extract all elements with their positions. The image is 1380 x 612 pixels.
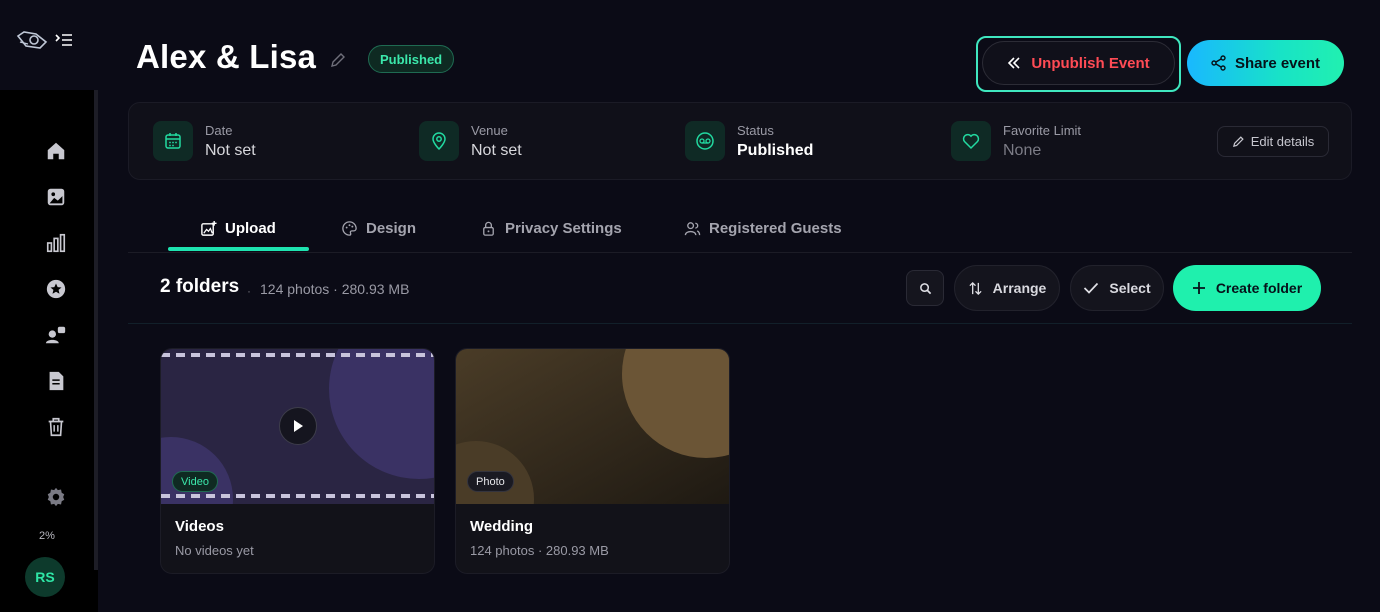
status-info: Status Published xyxy=(685,121,813,161)
tab-guests-label: Registered Guests xyxy=(709,219,842,237)
date-value: Not set xyxy=(205,141,256,159)
sidebar: 2% RS xyxy=(0,0,98,612)
status-badge: Published xyxy=(368,45,455,73)
trash-icon[interactable] xyxy=(44,415,68,439)
folder-card-videos[interactable]: Video Videos No videos yet xyxy=(160,348,435,574)
share-icon xyxy=(1211,55,1226,71)
heart-icon xyxy=(951,121,991,161)
sidebar-scrollbar[interactable] xyxy=(94,90,98,570)
status-value: Published xyxy=(737,141,814,159)
palette-icon xyxy=(342,220,357,236)
tab-privacy-label: Privacy Settings xyxy=(505,219,622,237)
guests-icon[interactable] xyxy=(44,323,68,347)
document-icon[interactable] xyxy=(44,369,68,393)
tab-registered-guests[interactable]: Registered Guests xyxy=(684,216,842,240)
status-icon xyxy=(685,121,725,161)
edit-title-icon[interactable] xyxy=(330,52,346,68)
star-icon[interactable] xyxy=(44,277,68,301)
folder-subtitle: No videos yet xyxy=(175,543,254,558)
share-event-button[interactable]: Share event xyxy=(1187,40,1344,86)
stats-icon[interactable] xyxy=(44,231,68,255)
active-tab-indicator xyxy=(168,247,309,251)
tabs-divider xyxy=(128,252,1352,253)
gallery-icon[interactable] xyxy=(44,185,68,209)
users-icon xyxy=(684,221,701,235)
arrange-button[interactable]: Arrange xyxy=(954,265,1060,311)
plus-icon xyxy=(1192,282,1205,294)
unpublish-event-button[interactable]: Unpublish Event xyxy=(982,41,1175,85)
tab-privacy-settings[interactable]: Privacy Settings xyxy=(480,216,622,240)
folder-card-wedding[interactable]: Photo Wedding 124 photos · 280.93 MB xyxy=(455,348,730,574)
folder-subtitle: 124 photos · 280.93 MB xyxy=(470,543,609,558)
edit-details-label: Edit details xyxy=(1250,134,1315,149)
status-label: Status xyxy=(737,122,774,138)
meta-separator: · xyxy=(247,284,251,298)
lock-icon xyxy=(483,221,494,236)
create-folder-label: Create folder xyxy=(1215,280,1303,296)
search-icon xyxy=(919,282,931,294)
collapse-menu-icon[interactable] xyxy=(55,32,73,48)
date-label: Date xyxy=(205,122,233,138)
unpublish-event-label: Unpublish Event xyxy=(1031,54,1150,72)
sort-icon xyxy=(969,281,982,295)
tab-design[interactable]: Design xyxy=(341,216,416,240)
edit-details-button[interactable]: Edit details xyxy=(1217,126,1329,157)
arrange-label: Arrange xyxy=(992,280,1047,296)
share-event-label: Share event xyxy=(1234,54,1321,72)
event-details-panel: Date Not set Venue Not set Status Publis… xyxy=(128,102,1352,180)
storage-percent: 2% xyxy=(39,530,55,542)
favorite-limit-label: Favorite Limit xyxy=(1003,122,1082,138)
calendar-icon xyxy=(153,121,193,161)
page-title: Alex & Lisa xyxy=(136,38,317,75)
venue-label: Venue xyxy=(471,122,508,138)
checkmark-icon xyxy=(1084,282,1099,294)
location-pin-icon xyxy=(419,121,459,161)
search-button[interactable] xyxy=(906,270,944,306)
favorite-limit-value: None xyxy=(1003,141,1042,159)
settings-icon[interactable] xyxy=(44,485,68,509)
tab-upload-label: Upload xyxy=(225,219,276,237)
folder-name: Videos xyxy=(175,518,224,535)
photo-badge: Photo xyxy=(467,471,514,492)
avatar[interactable]: RS xyxy=(25,557,65,597)
venue-value: Not set xyxy=(471,141,522,159)
venue-info: Venue Not set xyxy=(419,121,522,161)
home-icon[interactable] xyxy=(44,139,68,163)
favorite-limit-info: Favorite Limit None xyxy=(951,121,1081,161)
folder-name: Wedding xyxy=(470,518,534,535)
date-info: Date Not set xyxy=(153,121,256,161)
double-chevron-left-icon xyxy=(1008,57,1020,69)
app-root: 2% RS Alex & Lisa Published Unpublish Ev… xyxy=(0,0,1380,612)
image-upload-icon xyxy=(201,220,217,236)
select-label: Select xyxy=(1109,280,1151,296)
pencil-icon xyxy=(1232,136,1244,147)
video-folder-thumbnail: Video xyxy=(161,349,434,504)
logo-icon xyxy=(16,31,48,49)
folders-meta: 124 photos · 280.93 MB xyxy=(260,281,410,297)
sidebar-header xyxy=(0,0,98,90)
tab-upload[interactable]: Upload xyxy=(200,216,276,240)
tab-design-label: Design xyxy=(366,219,417,237)
toolbar-divider xyxy=(128,323,1352,324)
photo-folder-thumbnail: Photo xyxy=(456,349,729,504)
folders-count: 2 folders xyxy=(160,276,240,297)
video-badge: Video xyxy=(172,471,218,492)
create-folder-button[interactable]: Create folder xyxy=(1173,265,1321,311)
select-button[interactable]: Select xyxy=(1070,265,1164,311)
play-icon[interactable] xyxy=(279,407,317,445)
